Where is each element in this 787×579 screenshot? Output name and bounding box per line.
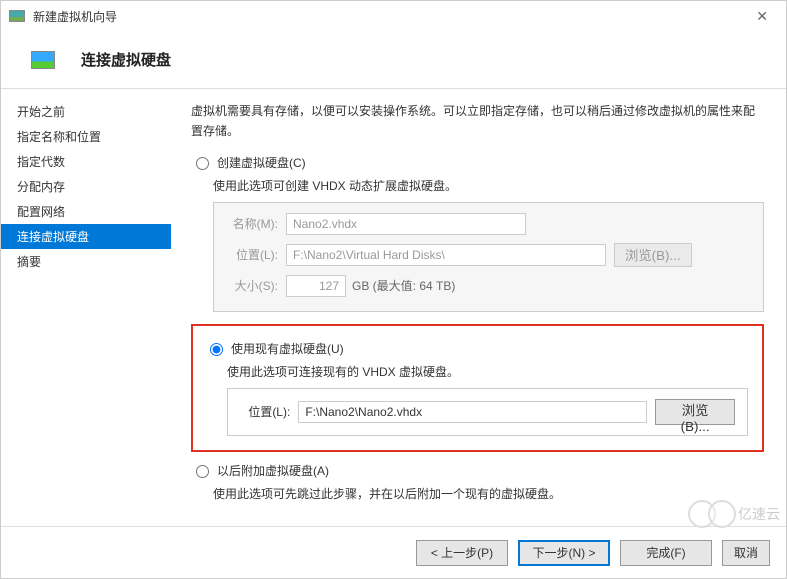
page-title: 连接虚拟硬盘	[81, 49, 171, 70]
sidebar-item-network[interactable]: 配置网络	[1, 199, 171, 224]
browse-button[interactable]: 浏览(B)...	[655, 399, 735, 425]
option-existing-disk[interactable]: 使用现有虚拟硬盘(U)	[205, 340, 748, 357]
option-later-desc: 使用此选项可先跳过此步骤，并在以后附加一个现有的虚拟硬盘。	[213, 485, 764, 502]
next-button[interactable]: 下一步(N) >	[518, 540, 610, 566]
highlight-box: 使用现有虚拟硬盘(U) 使用此选项可连接现有的 VHDX 虚拟硬盘。 位置(L)…	[191, 324, 764, 452]
name-label: 名称(M):	[226, 215, 286, 232]
footer: < 上一步(P) 下一步(N) > 完成(F) 取消	[1, 526, 786, 578]
prev-button[interactable]: < 上一步(P)	[416, 540, 508, 566]
body: 开始之前 指定名称和位置 指定代数 分配内存 配置网络 连接虚拟硬盘 摘要 虚拟…	[1, 89, 786, 517]
radio-existing-disk[interactable]	[210, 343, 223, 356]
monitor-icon	[31, 51, 55, 69]
size-field	[286, 275, 346, 297]
radio-attach-later[interactable]	[196, 465, 209, 478]
intro-text: 虚拟机需要具有存储，以便可以安装操作系统。可以立即指定存储，也可以稍后通过修改虚…	[191, 101, 764, 142]
create-disk-panel: 名称(M): 位置(L): 浏览(B)... 大小(S): GB (最大值: 6…	[213, 202, 764, 312]
existing-location-field[interactable]	[298, 401, 647, 423]
header: 连接虚拟硬盘	[1, 31, 786, 80]
size-label: 大小(S):	[226, 277, 286, 294]
existing-location-label: 位置(L):	[240, 403, 298, 420]
sidebar: 开始之前 指定名称和位置 指定代数 分配内存 配置网络 连接虚拟硬盘 摘要	[1, 89, 171, 517]
window-title: 新建虚拟机向导	[33, 8, 117, 25]
option-existing-label: 使用现有虚拟硬盘(U)	[231, 340, 344, 357]
main-panel: 虚拟机需要具有存储，以便可以安装操作系统。可以立即指定存储，也可以稍后通过修改虚…	[171, 89, 786, 517]
close-icon[interactable]: ✕	[746, 4, 778, 29]
finish-button[interactable]: 完成(F)	[620, 540, 712, 566]
option-existing-desc: 使用此选项可连接现有的 VHDX 虚拟硬盘。	[227, 363, 748, 380]
option-create-desc: 使用此选项可创建 VHDX 动态扩展虚拟硬盘。	[213, 177, 764, 194]
sidebar-item-name[interactable]: 指定名称和位置	[1, 124, 171, 149]
sidebar-item-disk[interactable]: 连接虚拟硬盘	[1, 224, 171, 249]
option-attach-later[interactable]: 以后附加虚拟硬盘(A)	[191, 462, 764, 479]
sidebar-item-generation[interactable]: 指定代数	[1, 149, 171, 174]
sidebar-item-summary[interactable]: 摘要	[1, 249, 171, 274]
location-field	[286, 244, 606, 266]
name-field	[286, 213, 526, 235]
browse-button-disabled: 浏览(B)...	[614, 243, 692, 267]
sidebar-item-start[interactable]: 开始之前	[1, 99, 171, 124]
titlebar: 新建虚拟机向导 ✕	[1, 1, 786, 31]
location-label: 位置(L):	[226, 246, 286, 263]
size-suffix: GB (最大值: 64 TB)	[352, 277, 455, 294]
option-create-disk[interactable]: 创建虚拟硬盘(C)	[191, 154, 764, 171]
radio-create-disk[interactable]	[196, 157, 209, 170]
option-later-label: 以后附加虚拟硬盘(A)	[217, 462, 329, 479]
app-icon	[9, 10, 25, 22]
cancel-button[interactable]: 取消	[722, 540, 770, 566]
option-create-label: 创建虚拟硬盘(C)	[217, 154, 306, 171]
sidebar-item-memory[interactable]: 分配内存	[1, 174, 171, 199]
existing-disk-panel: 位置(L): 浏览(B)...	[227, 388, 748, 436]
wizard-window: 新建虚拟机向导 ✕ 连接虚拟硬盘 开始之前 指定名称和位置 指定代数 分配内存 …	[0, 0, 787, 579]
